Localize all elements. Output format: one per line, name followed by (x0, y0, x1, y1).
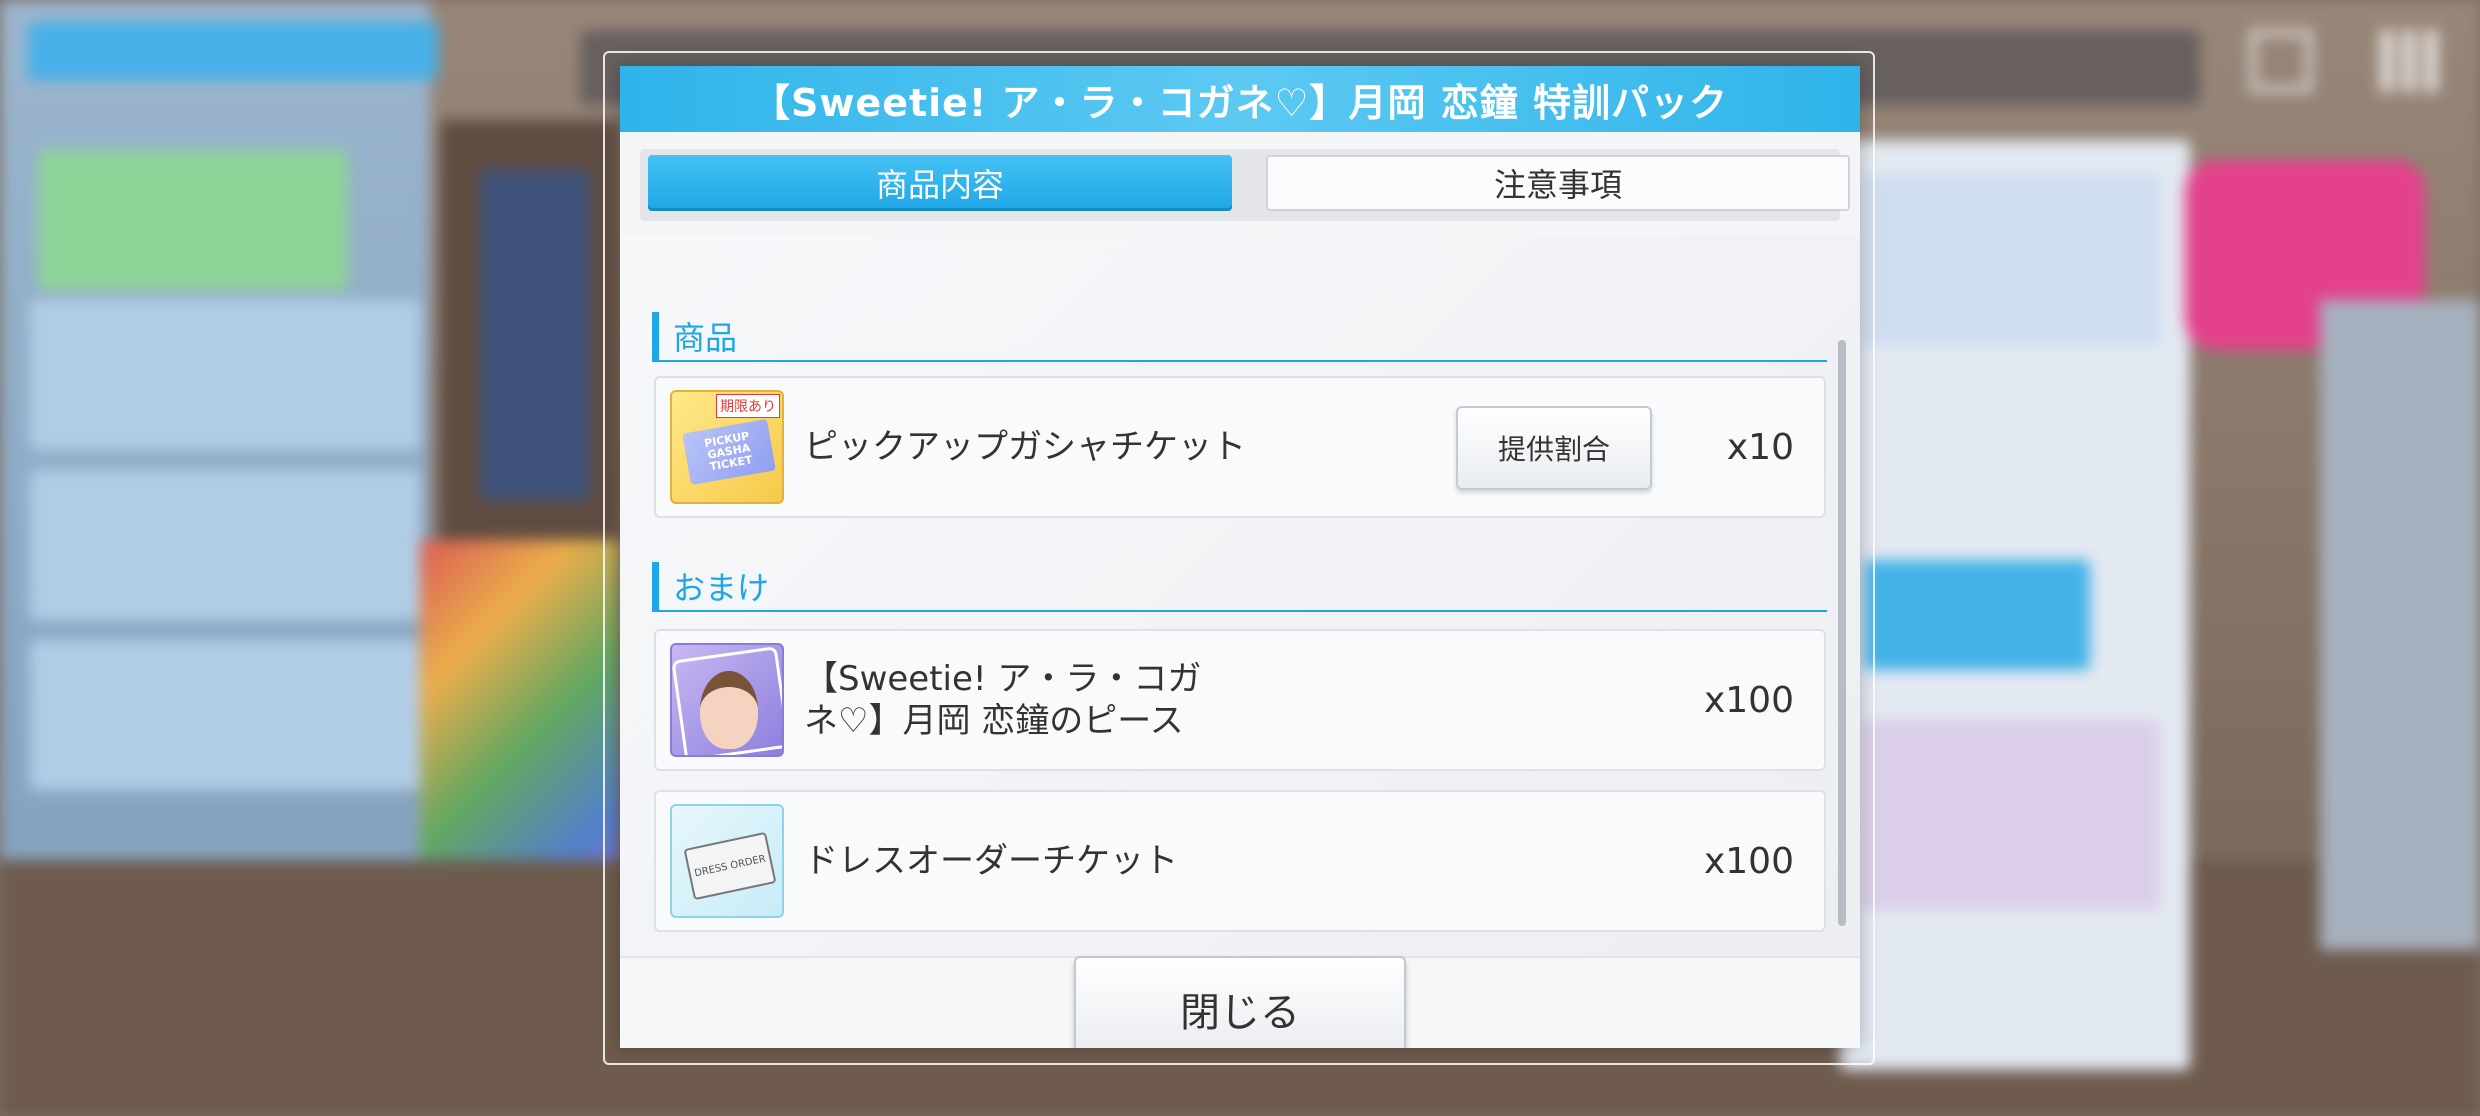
tab-notes[interactable]: 注意事項 (1266, 155, 1850, 211)
tab-product-contents[interactable]: 商品内容 (648, 155, 1232, 211)
dress-order-ticket-icon: DRESS ORDER (670, 804, 784, 918)
item-quantity: x10 (1726, 426, 1794, 468)
pack-details-dialog: 【Sweetie! ア・ラ・コガネ♡】月岡 恋鐘 特訓パック 商品内容 注意事項… (620, 66, 1860, 1048)
dialog-footer: 閉じる (620, 956, 1860, 1048)
limited-badge: 期限あり (716, 394, 780, 418)
item-name: ドレスオーダーチケット (804, 841, 1178, 881)
gacha-ticket-icon: PICKUP GASHA TICKET 期限あり (670, 390, 784, 504)
close-button[interactable]: 閉じる (1074, 956, 1406, 1048)
drop-rate-button[interactable]: 提供割合 (1456, 406, 1652, 490)
item-name: ピックアップガシャチケット (804, 427, 1246, 467)
item-quantity: x100 (1703, 840, 1794, 882)
dialog-title: 【Sweetie! ア・ラ・コガネ♡】月岡 恋鐘 特訓パック (620, 66, 1860, 132)
scrollbar-thumb[interactable] (1838, 340, 1846, 926)
list-item: 【Sweetie! ア・ラ・コガネ♡】月岡 恋鐘のピース x100 (654, 629, 1826, 771)
item-name: 【Sweetie! ア・ラ・コガネ♡】月岡 恋鐘のピース (804, 659, 1202, 741)
item-quantity: x100 (1703, 679, 1794, 721)
tab-bar: 商品内容 注意事項 (640, 149, 1850, 221)
list-item: PICKUP GASHA TICKET 期限あり ピックアップガシャチケット 提… (654, 376, 1826, 518)
scrollbar[interactable] (1838, 340, 1846, 926)
section-title-products: 商品 (652, 312, 1827, 362)
list-item: DRESS ORDER ドレスオーダーチケット x100 (654, 790, 1826, 932)
character-piece-icon (670, 643, 784, 757)
section-title-bonus: おまけ (652, 562, 1827, 612)
dialog-content[interactable]: 商品 PICKUP GASHA TICKET 期限あり ピックアップガシャチケッ… (620, 236, 1860, 956)
